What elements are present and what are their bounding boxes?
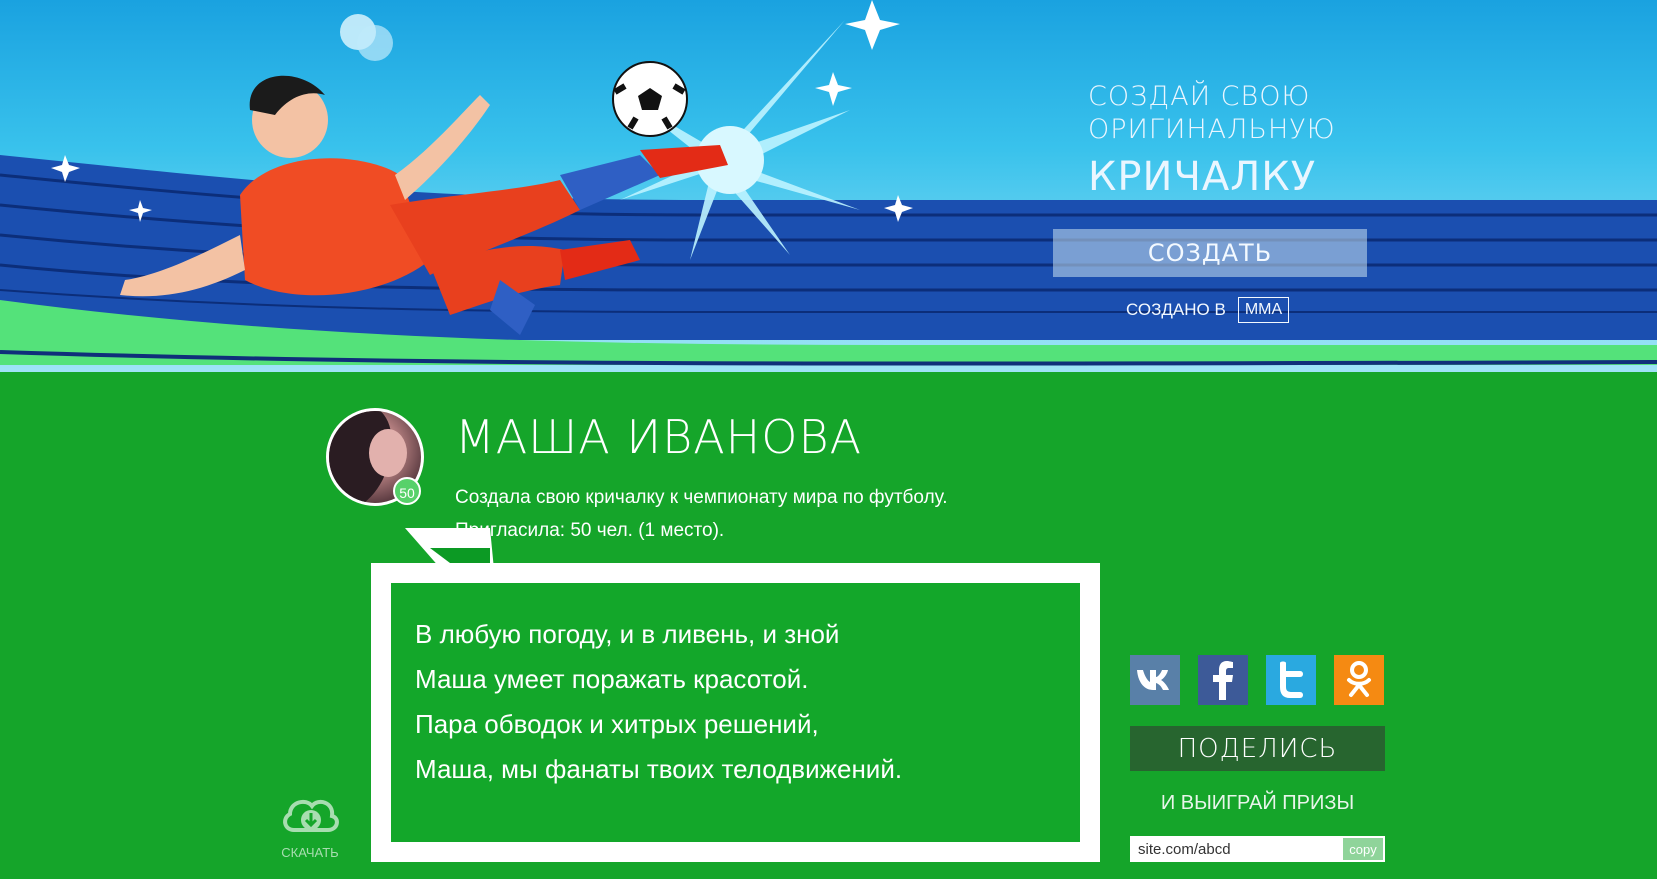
share-twitter-button[interactable]: [1266, 655, 1316, 705]
made-in-badge[interactable]: MMA: [1237, 297, 1290, 323]
share-odnoklassniki-button[interactable]: [1334, 655, 1384, 705]
cta-block: Создай свою оригинальную кричалку: [1088, 80, 1336, 200]
avatar-count-badge: 50: [393, 477, 421, 505]
share-button[interactable]: Поделись: [1130, 726, 1385, 771]
poem-line: Пара обводок и хитрых решений,: [415, 709, 819, 739]
odnoklassniki-icon: [1347, 661, 1371, 697]
win-prizes-label: и выиграй призы: [1160, 792, 1355, 814]
made-in-credit: Создано в MMA: [1126, 297, 1290, 323]
poem-line: Маша умеет поражать красотой.: [415, 664, 809, 694]
stadium-illustration: [0, 0, 1657, 366]
cta-line-2: оригинальную: [1088, 114, 1336, 145]
made-in-label: Создано в: [1126, 300, 1226, 319]
poem-line: Маша, мы фанаты твоих телодвижений.: [415, 754, 903, 784]
facebook-icon: [1213, 661, 1233, 700]
vk-icon: [1137, 670, 1169, 690]
share-link-box: copy: [1130, 836, 1385, 862]
share-link-input[interactable]: [1132, 838, 1343, 860]
social-buttons: [1130, 655, 1384, 705]
poem-line: В любую погоду, и в ливень, и зной: [415, 619, 840, 649]
share-facebook-button[interactable]: [1198, 655, 1248, 705]
cta-line-1: Создай свою: [1088, 81, 1311, 112]
download-button[interactable]: Скачать: [270, 790, 350, 860]
cloud-download-icon: [283, 799, 339, 832]
user-name: Маша Иванова: [455, 410, 863, 464]
poem-text: В любую погоду, и в ливень, и зной Маша …: [415, 612, 902, 792]
hero-banner: Создай свою оригинальную кричалку Создат…: [0, 0, 1657, 372]
cta-title: кричалку: [1088, 154, 1317, 200]
user-info-line-2: Пригласила: 50 чел. (1 место).: [455, 520, 725, 541]
twitter-icon: [1280, 661, 1303, 698]
download-label: Скачать: [281, 845, 339, 860]
create-button[interactable]: Создать: [1053, 229, 1367, 277]
share-vk-button[interactable]: [1130, 655, 1180, 705]
copy-button[interactable]: copy: [1343, 838, 1383, 860]
user-info: Создала свою кричалку к чемпионату мира …: [455, 481, 948, 547]
user-info-line-1: Создала свою кричалку к чемпионату мира …: [455, 487, 948, 508]
